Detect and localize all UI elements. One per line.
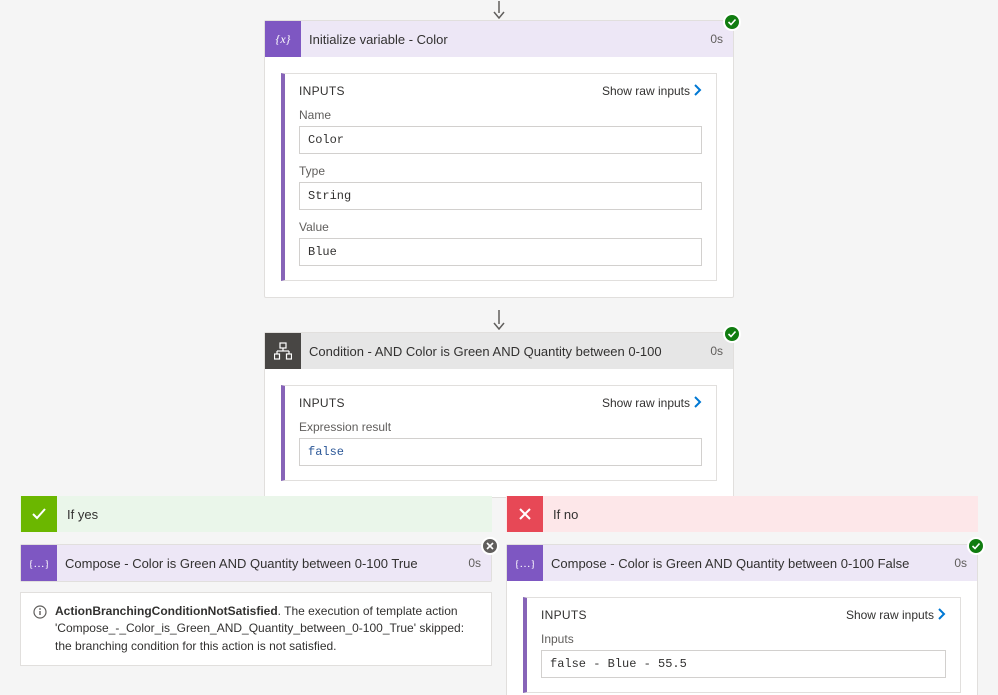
action-duration: 0s bbox=[944, 556, 977, 570]
action-compose-true[interactable]: {…} Compose - Color is Green AND Quantit… bbox=[20, 544, 492, 582]
action-header[interactable]: {…} Compose - Color is Green AND Quantit… bbox=[21, 545, 491, 581]
inputs-panel-title: INPUTS bbox=[541, 608, 587, 622]
inputs-panel: INPUTS Show raw inputs Name Color bbox=[281, 73, 717, 281]
skipped-error-code: ActionBranchingConditionNotSatisfied bbox=[55, 604, 278, 618]
info-icon bbox=[33, 605, 47, 624]
action-title: Compose - Color is Green AND Quantity be… bbox=[543, 556, 944, 571]
branch-header-yes[interactable]: If yes bbox=[20, 496, 492, 532]
branch-if-no: If no {…} Compose - Color is Green AND Q… bbox=[506, 496, 978, 695]
status-badge-success bbox=[967, 537, 985, 555]
show-raw-label: Show raw inputs bbox=[602, 84, 690, 98]
field-value-expression: false bbox=[308, 445, 344, 459]
variable-icon: {x} bbox=[265, 21, 301, 57]
connector-arrow bbox=[264, 310, 734, 330]
field-label-value: Value bbox=[299, 220, 702, 234]
svg-text:{…}: {…} bbox=[30, 558, 48, 570]
connector-arrow bbox=[264, 0, 734, 20]
action-compose-false[interactable]: {…} Compose - Color is Green AND Quantit… bbox=[506, 544, 978, 695]
status-badge-success bbox=[723, 13, 741, 31]
action-initialize-variable[interactable]: {x} Initialize variable - Color 0s INPUT… bbox=[264, 20, 734, 298]
chevron-right-icon bbox=[694, 396, 702, 410]
branch-title-no: If no bbox=[543, 507, 578, 522]
status-badge-skipped bbox=[481, 537, 499, 555]
chevron-right-icon bbox=[938, 608, 946, 622]
action-duration: 0s bbox=[700, 32, 733, 46]
show-raw-label: Show raw inputs bbox=[846, 608, 934, 622]
show-raw-inputs-link[interactable]: Show raw inputs bbox=[602, 84, 702, 98]
inputs-panel: INPUTS Show raw inputs Expression result… bbox=[281, 385, 717, 481]
action-duration: 0s bbox=[700, 344, 733, 358]
inputs-panel-title: INPUTS bbox=[299, 84, 345, 98]
action-duration: 0s bbox=[458, 556, 491, 570]
check-icon bbox=[21, 496, 57, 532]
status-badge-success bbox=[723, 325, 741, 343]
compose-icon: {…} bbox=[507, 545, 543, 581]
field-value-value: Blue bbox=[299, 238, 702, 266]
action-header[interactable]: Condition - AND Color is Green AND Quant… bbox=[265, 333, 733, 369]
field-label-name: Name bbox=[299, 108, 702, 122]
action-title: Condition - AND Color is Green AND Quant… bbox=[301, 344, 700, 359]
action-title: Initialize variable - Color bbox=[301, 32, 700, 47]
show-raw-inputs-link[interactable]: Show raw inputs bbox=[846, 608, 946, 622]
inputs-panel-title: INPUTS bbox=[299, 396, 345, 410]
show-raw-label: Show raw inputs bbox=[602, 396, 690, 410]
compose-icon: {…} bbox=[21, 545, 57, 581]
flow-canvas: {x} Initialize variable - Color 0s INPUT… bbox=[0, 0, 998, 695]
action-condition[interactable]: Condition - AND Color is Green AND Quant… bbox=[264, 332, 734, 498]
close-icon bbox=[507, 496, 543, 532]
field-label-type: Type bbox=[299, 164, 702, 178]
condition-icon bbox=[265, 333, 301, 369]
field-label-expression: Expression result bbox=[299, 420, 702, 434]
branch-if-yes: If yes {…} Compose - Color is Green AND … bbox=[20, 496, 492, 695]
field-value-inputs: false - Blue - 55.5 bbox=[541, 650, 946, 678]
inputs-panel: INPUTS Show raw inputs Inputs bbox=[523, 597, 961, 693]
branch-title-yes: If yes bbox=[57, 507, 98, 522]
field-value-name: Color bbox=[299, 126, 702, 154]
action-header[interactable]: {…} Compose - Color is Green AND Quantit… bbox=[507, 545, 977, 581]
action-header[interactable]: {x} Initialize variable - Color 0s bbox=[265, 21, 733, 57]
chevron-right-icon bbox=[694, 84, 702, 98]
show-raw-inputs-link[interactable]: Show raw inputs bbox=[602, 396, 702, 410]
skipped-message: ActionBranchingConditionNotSatisfied. Th… bbox=[20, 592, 492, 666]
svg-text:{…}: {…} bbox=[516, 558, 534, 570]
branch-header-no[interactable]: If no bbox=[506, 496, 978, 532]
action-title: Compose - Color is Green AND Quantity be… bbox=[57, 556, 458, 571]
svg-text:{x}: {x} bbox=[276, 32, 291, 46]
field-value-type: String bbox=[299, 182, 702, 210]
field-label-inputs: Inputs bbox=[541, 632, 946, 646]
